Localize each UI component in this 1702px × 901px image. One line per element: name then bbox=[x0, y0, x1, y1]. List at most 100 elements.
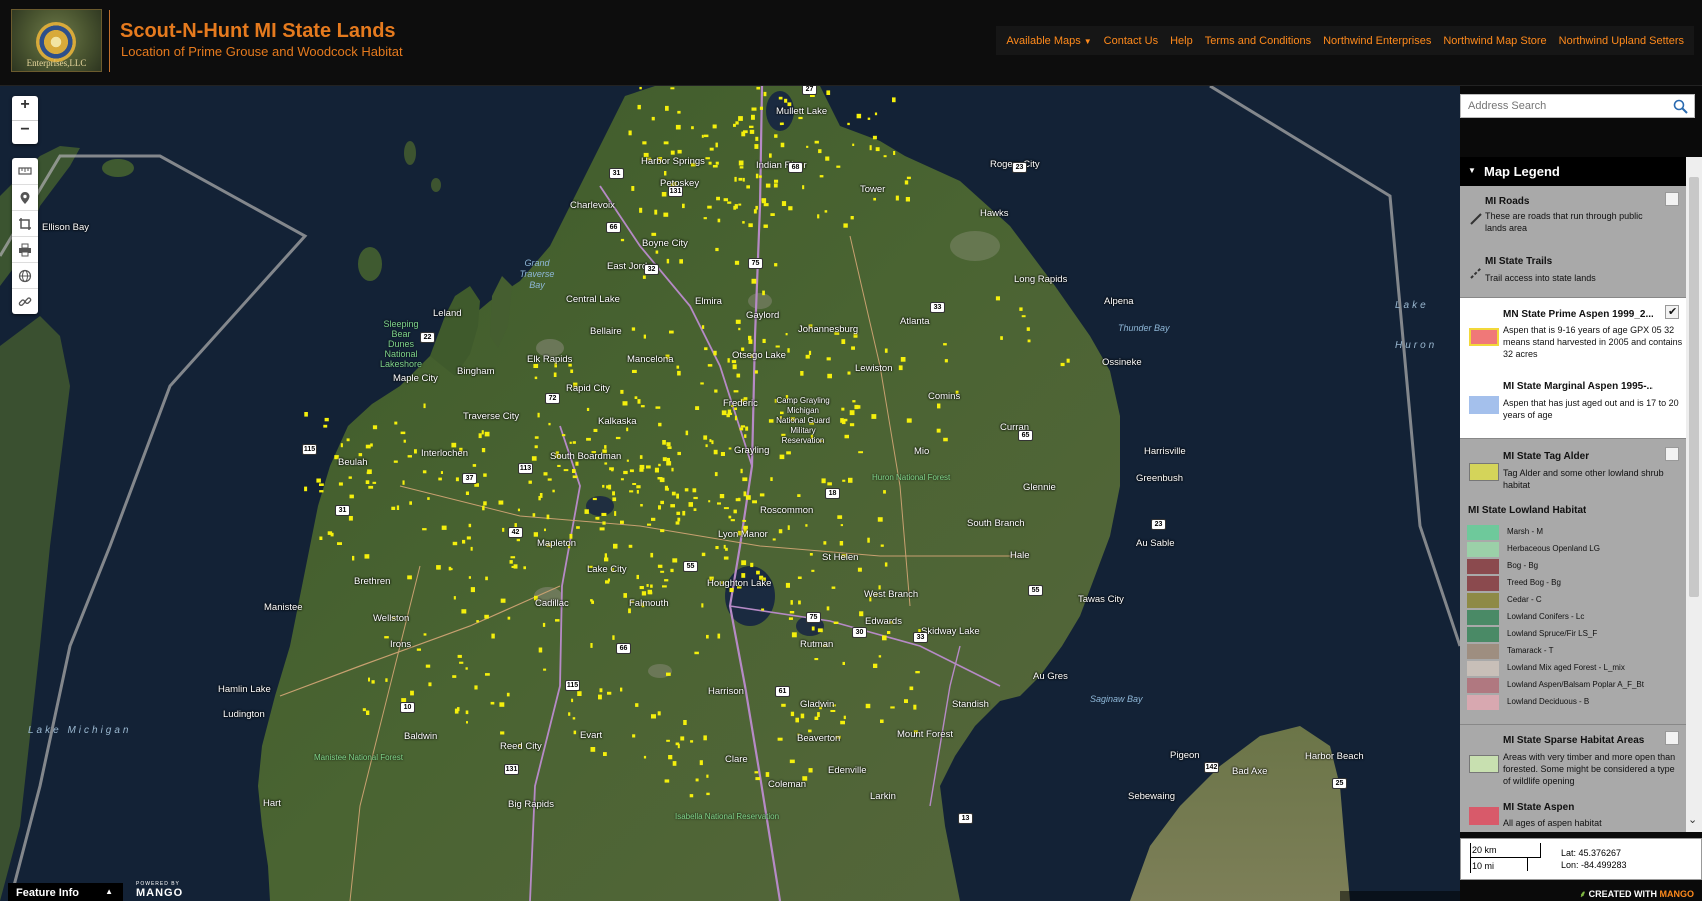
habitat-polygon[interactable] bbox=[602, 521, 606, 525]
habitat-polygon[interactable] bbox=[727, 201, 732, 204]
habitat-polygon[interactable] bbox=[675, 124, 681, 130]
habitat-polygon[interactable] bbox=[485, 673, 490, 676]
habitat-polygon[interactable] bbox=[784, 98, 788, 103]
habitat-polygon[interactable] bbox=[557, 464, 561, 467]
layer-toggle-sparse[interactable] bbox=[1665, 731, 1679, 745]
habitat-polygon[interactable] bbox=[500, 731, 505, 735]
legend-scroll-thumb[interactable] bbox=[1689, 177, 1699, 597]
habitat-polygon[interactable] bbox=[569, 441, 572, 444]
habitat-polygon[interactable] bbox=[1026, 327, 1030, 331]
habitat-polygon[interactable] bbox=[800, 713, 805, 719]
habitat-polygon[interactable] bbox=[670, 568, 674, 573]
habitat-polygon[interactable] bbox=[657, 711, 661, 716]
habitat-polygon[interactable] bbox=[744, 434, 747, 438]
habitat-polygon[interactable] bbox=[642, 275, 646, 279]
habitat-polygon[interactable] bbox=[474, 685, 478, 690]
habitat-polygon[interactable] bbox=[637, 104, 641, 110]
habitat-polygon[interactable] bbox=[790, 600, 793, 605]
habitat-polygon[interactable] bbox=[337, 542, 342, 545]
habitat-polygon[interactable] bbox=[705, 444, 708, 448]
habitat-polygon[interactable] bbox=[348, 516, 353, 521]
habitat-polygon[interactable] bbox=[798, 600, 801, 605]
habitat-polygon[interactable] bbox=[604, 445, 607, 449]
habitat-polygon[interactable] bbox=[721, 410, 727, 416]
habitat-polygon[interactable] bbox=[368, 485, 374, 489]
habitat-polygon[interactable] bbox=[849, 410, 855, 416]
habitat-polygon[interactable] bbox=[849, 423, 855, 427]
habitat-polygon[interactable] bbox=[706, 634, 709, 639]
habitat-polygon[interactable] bbox=[761, 608, 765, 611]
chevron-down-icon[interactable]: ⌄ bbox=[1688, 813, 1697, 826]
habitat-polygon[interactable] bbox=[613, 543, 618, 549]
habitat-polygon[interactable] bbox=[786, 451, 791, 455]
habitat-polygon[interactable] bbox=[626, 459, 629, 462]
habitat-polygon[interactable] bbox=[507, 616, 511, 620]
habitat-polygon[interactable] bbox=[701, 325, 705, 329]
habitat-polygon[interactable] bbox=[742, 477, 748, 482]
habitat-polygon[interactable] bbox=[425, 664, 431, 668]
habitat-polygon[interactable] bbox=[723, 198, 728, 202]
habitat-polygon[interactable] bbox=[867, 537, 870, 543]
nav-northwind-upland-setters[interactable]: Northwind Upland Setters bbox=[1553, 35, 1690, 47]
habitat-polygon[interactable] bbox=[759, 175, 762, 178]
nav-terms[interactable]: Terms and Conditions bbox=[1199, 35, 1317, 47]
habitat-polygon[interactable] bbox=[788, 206, 793, 211]
habitat-polygon[interactable] bbox=[733, 205, 737, 210]
habitat-polygon[interactable] bbox=[658, 422, 662, 427]
habitat-polygon[interactable] bbox=[304, 486, 308, 492]
habitat-polygon[interactable] bbox=[629, 490, 634, 493]
habitat-polygon[interactable] bbox=[842, 479, 846, 482]
habitat-polygon[interactable] bbox=[711, 440, 714, 445]
habitat-polygon[interactable] bbox=[752, 500, 757, 504]
habitat-polygon[interactable] bbox=[643, 755, 647, 759]
habitat-polygon[interactable] bbox=[654, 467, 659, 473]
habitat-polygon[interactable] bbox=[847, 122, 850, 126]
habitat-polygon[interactable] bbox=[651, 517, 656, 521]
habitat-polygon[interactable] bbox=[789, 759, 795, 764]
habitat-polygon[interactable] bbox=[707, 205, 712, 209]
habitat-polygon[interactable] bbox=[572, 441, 576, 444]
habitat-polygon[interactable] bbox=[476, 620, 479, 623]
habitat-polygon[interactable] bbox=[499, 702, 505, 707]
habitat-polygon[interactable] bbox=[895, 195, 899, 201]
habitat-polygon[interactable] bbox=[858, 451, 863, 454]
habitat-polygon[interactable] bbox=[817, 712, 820, 717]
habitat-polygon[interactable] bbox=[727, 358, 730, 363]
habitat-polygon[interactable] bbox=[533, 532, 538, 537]
habitat-polygon[interactable] bbox=[736, 373, 741, 378]
powered-by-mango[interactable]: POWERED BY MANGO bbox=[136, 881, 183, 899]
habitat-polygon[interactable] bbox=[319, 483, 324, 486]
habitat-polygon[interactable] bbox=[773, 183, 778, 188]
habitat-polygon[interactable] bbox=[913, 704, 917, 710]
habitat-polygon[interactable] bbox=[629, 469, 634, 473]
habitat-polygon[interactable] bbox=[657, 564, 663, 568]
habitat-polygon[interactable] bbox=[840, 524, 843, 527]
habitat-polygon[interactable] bbox=[650, 552, 654, 558]
habitat-polygon[interactable] bbox=[676, 511, 681, 515]
habitat-polygon[interactable] bbox=[732, 364, 737, 370]
habitat-polygon[interactable] bbox=[502, 527, 505, 532]
habitat-polygon[interactable] bbox=[871, 414, 877, 419]
habitat-polygon[interactable] bbox=[628, 130, 632, 136]
habitat-polygon[interactable] bbox=[606, 485, 610, 489]
habitat-polygon[interactable] bbox=[666, 442, 671, 447]
habitat-polygon[interactable] bbox=[831, 586, 836, 589]
measure-tool-button[interactable] bbox=[12, 158, 38, 184]
habitat-polygon[interactable] bbox=[905, 197, 910, 202]
habitat-polygon[interactable] bbox=[827, 482, 832, 486]
habitat-polygon[interactable] bbox=[465, 491, 469, 496]
legend-header[interactable]: ▼ Map Legend bbox=[1460, 157, 1686, 186]
habitat-polygon[interactable] bbox=[466, 721, 468, 724]
extent-tool-button[interactable] bbox=[12, 210, 38, 236]
habitat-polygon[interactable] bbox=[677, 110, 681, 114]
habitat-polygon[interactable] bbox=[857, 405, 861, 409]
habitat-polygon[interactable] bbox=[604, 553, 607, 558]
habitat-polygon[interactable] bbox=[538, 647, 543, 653]
habitat-polygon[interactable] bbox=[844, 434, 850, 439]
habitat-polygon[interactable] bbox=[754, 370, 758, 374]
habitat-polygon[interactable] bbox=[675, 521, 680, 525]
habitat-polygon[interactable] bbox=[884, 348, 888, 353]
habitat-polygon[interactable] bbox=[517, 508, 520, 512]
habitat-polygon[interactable] bbox=[472, 464, 477, 467]
habitat-polygon[interactable] bbox=[734, 415, 737, 421]
